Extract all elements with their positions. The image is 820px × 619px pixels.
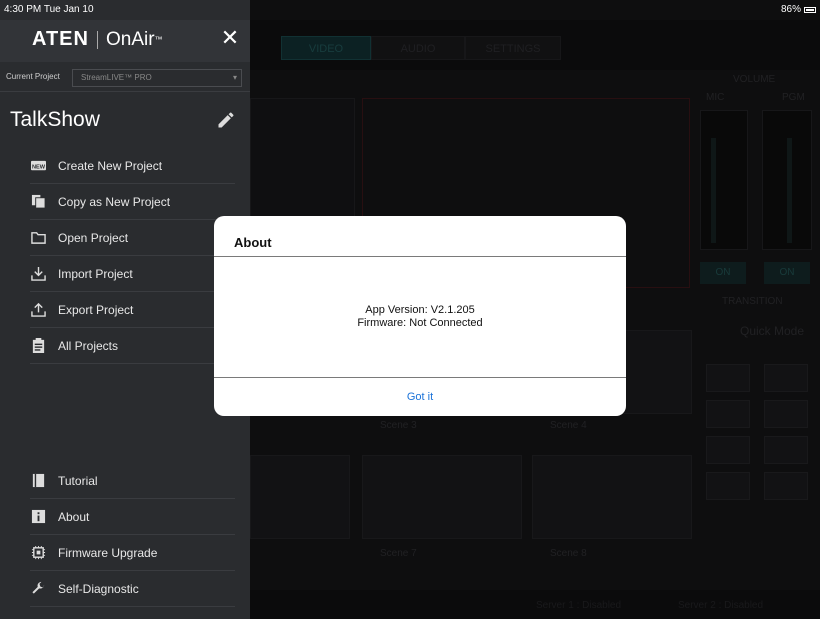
brand-name: ATEN: [32, 28, 89, 50]
current-project-label: Current Project: [6, 72, 60, 81]
chip-icon: [30, 545, 46, 561]
menu-label: Self-Diagnostic: [58, 581, 139, 596]
close-icon: ✕: [220, 25, 240, 50]
menu-label: Copy as New Project: [58, 194, 171, 209]
menu-label: Import Project: [58, 266, 133, 281]
got-it-button[interactable]: Got it: [214, 378, 626, 416]
menu-label: Export Project: [58, 302, 134, 317]
menu-about[interactable]: About: [30, 499, 235, 535]
import-icon: [30, 266, 46, 282]
divider: [214, 256, 626, 257]
copy-icon: [30, 194, 46, 210]
project-select-value: StreamLIVE™ PRO: [81, 73, 152, 82]
firmware-text: Firmware: Not Connected: [357, 317, 483, 329]
battery-indicator: 86%: [781, 4, 816, 15]
product-name: OnAir: [105, 28, 155, 50]
menu-label: About: [58, 509, 90, 524]
wrench-icon: [30, 581, 46, 597]
menu-label: Create New Project: [58, 158, 163, 173]
edit-project-button[interactable]: [216, 110, 238, 132]
battery-percent: 86%: [780, 4, 801, 15]
new-badge-icon: NEW: [30, 158, 46, 174]
app-version-text: App Version: V2.1.205: [365, 304, 475, 316]
dialog-title: About: [234, 235, 272, 250]
trademark: ™: [154, 35, 163, 44]
menu-create-new-project[interactable]: NEW Create New Project: [30, 148, 235, 184]
menu-firmware-upgrade[interactable]: Firmware Upgrade: [30, 535, 235, 571]
menu-copy-as-new-project[interactable]: Copy as New Project: [30, 184, 235, 220]
close-button[interactable]: ✕: [218, 26, 242, 50]
menu-label: Open Project: [58, 230, 129, 245]
project-title: TalkShow: [10, 108, 100, 131]
menu-label: Tutorial: [58, 473, 98, 488]
menu-label: All Projects: [58, 338, 119, 353]
current-project-row: Current Project StreamLIVE™ PRO ▾: [0, 62, 250, 92]
status-time: 4:30 PM Tue Jan 10: [4, 4, 94, 15]
sidebar: ATEN OnAir ™ ✕ Current Project StreamLIV…: [0, 0, 250, 619]
dialog-body: App Version: V2.1.205 Firmware: Not Conn…: [214, 304, 626, 330]
pencil-icon: [218, 112, 234, 128]
menu-self-diagnostic[interactable]: Self-Diagnostic: [30, 571, 235, 607]
aten-onair-logo: ATEN OnAir ™: [32, 28, 163, 51]
status-bar: 4:30 PM Tue Jan 10 86%: [0, 0, 820, 20]
sidebar-header: ATEN OnAir ™ ✕: [0, 20, 250, 62]
battery-icon: [804, 6, 816, 13]
project-select[interactable]: StreamLIVE™ PRO ▾: [72, 69, 242, 87]
menu-tutorial[interactable]: Tutorial: [30, 463, 235, 499]
folder-icon: [30, 230, 46, 246]
clipboard-icon: [30, 338, 46, 354]
svg-text:NEW: NEW: [31, 164, 45, 170]
menu-label: Firmware Upgrade: [58, 545, 158, 560]
info-icon: [30, 509, 46, 525]
menu-all-projects[interactable]: All Projects: [30, 328, 235, 364]
menu-open-project[interactable]: Open Project: [30, 220, 235, 256]
book-icon: [30, 473, 46, 489]
chevron-down-icon: ▾: [232, 73, 237, 82]
about-dialog: About App Version: V2.1.205 Firmware: No…: [214, 216, 626, 416]
menu-export-project[interactable]: Export Project: [30, 292, 235, 328]
menu-import-project[interactable]: Import Project: [30, 256, 235, 292]
export-icon: [30, 302, 46, 318]
